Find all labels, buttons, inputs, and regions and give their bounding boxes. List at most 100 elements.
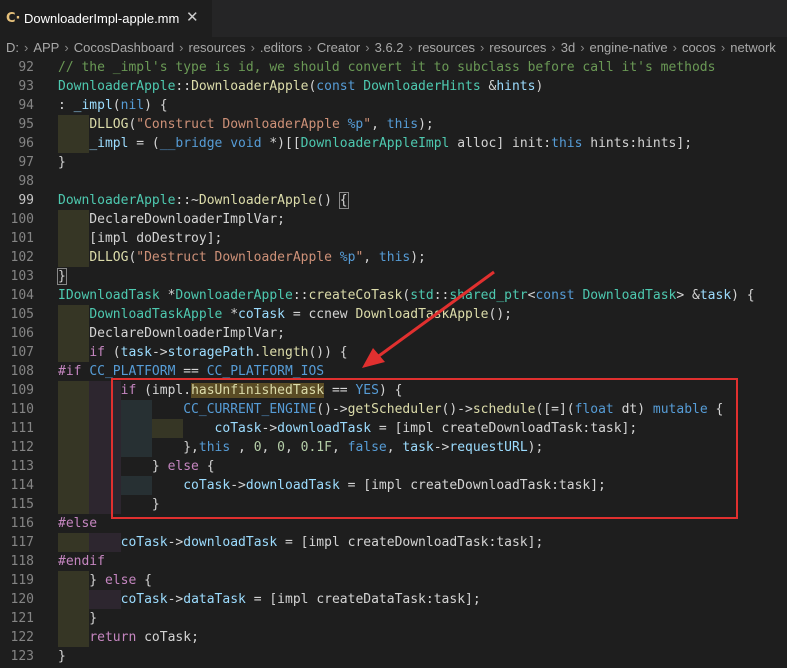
close-icon[interactable]: ✕: [186, 8, 199, 26]
code-line[interactable]: 100 DeclareDownloaderImplVar;: [0, 210, 787, 229]
breadcrumb-segment[interactable]: cocos: [682, 40, 716, 55]
breadcrumb-segment[interactable]: APP: [33, 40, 59, 55]
code-line[interactable]: 117 coTask->downloadTask = [impl createD…: [0, 533, 787, 552]
breadcrumb-segment[interactable]: network: [730, 40, 776, 55]
line-number: 98: [18, 174, 34, 189]
code-line[interactable]: 94: _impl(nil) {: [0, 96, 787, 115]
line-number: 97: [18, 155, 34, 170]
code-line[interactable]: 106 DeclareDownloaderImplVar;: [0, 324, 787, 343]
code-token: }: [57, 268, 67, 285]
code-line[interactable]: 112 },this , 0, 0, 0.1F, false, task->re…: [0, 438, 787, 457]
code-line[interactable]: 102 DLLOG("Destruct DownloaderApple %p",…: [0, 248, 787, 267]
code-token: }: [58, 611, 98, 626]
code-token: requestURL: [449, 440, 528, 455]
breadcrumb-separator: ›: [24, 40, 29, 55]
code-token: ::~: [175, 193, 199, 208]
code-line[interactable]: 120 coTask->dataTask = [impl createDataT…: [0, 590, 787, 609]
breadcrumb-segment[interactable]: D:: [6, 40, 19, 55]
code-text: DownloaderApple::~DownloaderApple() {: [58, 191, 349, 210]
breadcrumb-segment[interactable]: 3.6.2: [375, 40, 404, 55]
code-token: hasUnfinishedTask: [191, 383, 325, 398]
breadcrumb-separator: ›: [580, 40, 585, 55]
code-line[interactable]: 105 DownloadTaskApple *coTask = ccnew Do…: [0, 305, 787, 324]
tab-downloaderimpl-apple[interactable]: C· DownloaderImpl-apple.mm ✕: [0, 0, 212, 37]
code-token: ,: [331, 440, 348, 455]
code-token: return: [89, 630, 137, 645]
breadcrumb-segment[interactable]: Creator: [317, 40, 360, 55]
code-line[interactable]: 108 #if CC_PLATFORM == CC_PLATFORM_IOS: [0, 362, 787, 381]
code-line[interactable]: 114 coTask->downloadTask = [impl createD…: [0, 476, 787, 495]
code-line[interactable]: 95 DLLOG("Construct DownloaderApple %p",…: [0, 115, 787, 134]
line-number: 113: [10, 459, 34, 474]
code-line[interactable]: 96 _impl = (__bridge void *)[[Downloader…: [0, 134, 787, 153]
breadcrumb-segment[interactable]: 3d: [561, 40, 575, 55]
code-line[interactable]: 121 }: [0, 609, 787, 628]
code-token: }: [58, 497, 160, 512]
code-line[interactable]: 110 CC_CURRENT_ENGINE()->getScheduler()-…: [0, 400, 787, 419]
code-line[interactable]: 122 return coTask;: [0, 628, 787, 647]
code-text: CC_CURRENT_ENGINE()->getScheduler()->sch…: [58, 400, 723, 419]
code-line[interactable]: 119 } else {: [0, 571, 787, 590]
code-token: }: [58, 459, 168, 474]
breadcrumb-segment[interactable]: .editors: [260, 40, 303, 55]
line-number: 107: [10, 345, 34, 360]
code-token: if: [120, 383, 137, 398]
code-line[interactable]: 98: [0, 172, 787, 191]
code-line[interactable]: 104 IDownloadTask *DownloaderApple::creat…: [0, 286, 787, 305]
code-line[interactable]: 101 [impl doDestroy];: [0, 229, 787, 248]
code-line[interactable]: 123}: [0, 647, 787, 666]
code-line[interactable]: 118 #endif: [0, 552, 787, 571]
code-text: } else {: [58, 571, 152, 590]
code-line[interactable]: 97}: [0, 153, 787, 172]
breadcrumb-separator: ›: [64, 40, 69, 55]
code-line[interactable]: 92 // the _impl's type is id, we should c…: [0, 58, 787, 77]
code-token: downloadTask: [277, 421, 372, 436]
code-token: = ccnew: [285, 307, 356, 322]
breadcrumb-segment[interactable]: engine-native: [590, 40, 668, 55]
breadcrumb-segment[interactable]: resources: [189, 40, 246, 55]
code-editor[interactable]: 92 // the _impl's type is id, we should c…: [0, 58, 787, 668]
code-token: DownloaderApple: [198, 193, 317, 208]
code-text: DownloaderApple::DownloaderApple(const D…: [58, 77, 543, 96]
code-line[interactable]: 109 if (impl.hasUnfinishedTask == YES) {: [0, 381, 787, 400]
code-line[interactable]: 115 }: [0, 495, 787, 514]
code-token: DownloaderHints: [363, 79, 481, 94]
code-line[interactable]: 111 coTask->downloadTask = [impl createD…: [0, 419, 787, 438]
code-token: );: [418, 117, 434, 132]
line-number: 101: [10, 231, 34, 246]
code-token: = [impl createDataTask:task];: [245, 592, 481, 607]
code-token: _impl: [89, 136, 129, 151]
code-token: CC_CURRENT_ENGINE: [183, 402, 317, 417]
code-token: {: [338, 192, 349, 209]
code-text: DownloadTaskApple *coTask = ccnew Downlo…: [58, 305, 512, 324]
code-token: hints: [496, 79, 536, 94]
code-token: const: [535, 288, 575, 303]
code-token: ,: [386, 440, 403, 455]
code-token: 0.1F: [300, 440, 332, 455]
code-token: // the _impl's type is id, we should con…: [58, 60, 716, 75]
code-token: ) {: [731, 288, 755, 303]
code-token: DeclareDownloaderImplVar;: [58, 212, 285, 227]
code-text: coTask->downloadTask = [impl createDownl…: [58, 533, 544, 552]
code-line[interactable]: 116 #else: [0, 514, 787, 533]
breadcrumb-segment[interactable]: CocosDashboard: [74, 40, 174, 55]
code-line[interactable]: 103}: [0, 267, 787, 286]
breadcrumb-segment[interactable]: resources: [489, 40, 546, 55]
code-line[interactable]: 99 DownloaderApple::~DownloaderApple() {: [0, 191, 787, 210]
code-text: }: [58, 609, 97, 628]
code-token: DownloaderApple: [191, 79, 309, 94]
breadcrumb: D: › APP › CocosDashboard › resources › .editors…: [0, 37, 787, 58]
breadcrumb-segment[interactable]: resources: [418, 40, 475, 55]
code-line[interactable]: 93 DownloaderApple::DownloaderApple(const…: [0, 77, 787, 96]
code-token: ()->: [441, 402, 473, 417]
line-number: 99: [18, 193, 34, 208]
code-line[interactable]: 107 if (task->storagePath.length()) {: [0, 343, 787, 362]
line-number: 105: [10, 307, 34, 322]
code-token: coTask: [238, 307, 285, 322]
code-token: task: [120, 345, 152, 360]
code-token: this: [198, 440, 231, 455]
code-token: downloadTask: [183, 535, 278, 550]
code-line[interactable]: 113 } else {: [0, 457, 787, 476]
code-token: ::: [433, 288, 450, 303]
